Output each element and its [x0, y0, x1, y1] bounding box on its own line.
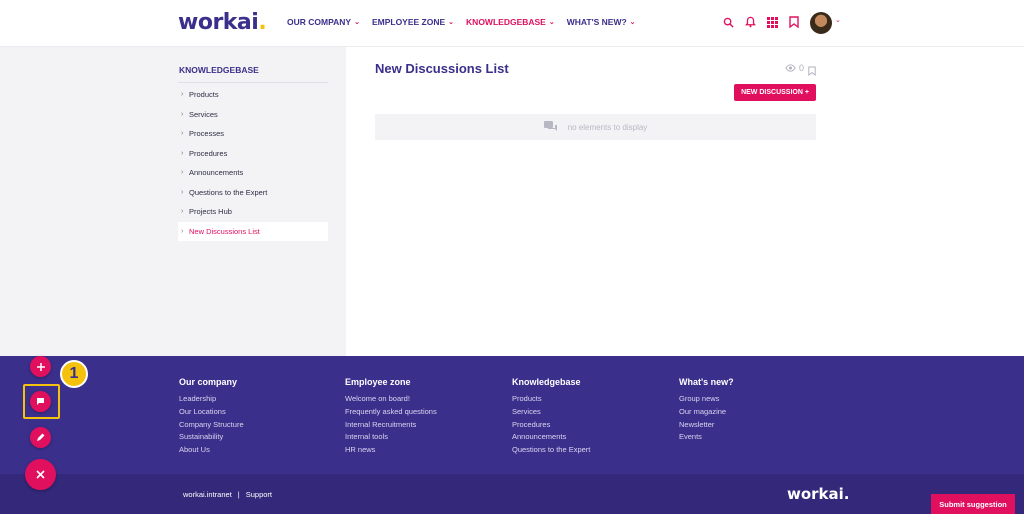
nav-our-company[interactable]: OUR COMPANY ⌄: [287, 17, 360, 27]
sidebar-item-questions-expert[interactable]: › Questions to the Expert: [178, 183, 328, 203]
apps-grid-icon[interactable]: [766, 16, 778, 28]
chevron-down-icon: ⌄: [354, 19, 360, 26]
footer-link[interactable]: Events: [679, 432, 734, 445]
footer-brand: workai.intranet | Support: [183, 490, 272, 499]
close-icon: [36, 470, 45, 479]
footer-link[interactable]: HR news: [345, 445, 437, 458]
main-nav: OUR COMPANY ⌄ EMPLOYEE ZONE ⌄ KNOWLEDGEBAS…: [287, 17, 636, 27]
chat-bubbles-icon: [543, 121, 557, 131]
eye-icon: [785, 64, 796, 72]
pencil-icon: [37, 433, 45, 441]
footer-link[interactable]: Leadership: [179, 394, 244, 407]
footer-col-knowledgebase: Knowledgebase Products Services Procedur…: [512, 377, 590, 458]
footer-logo: workai.: [787, 485, 850, 503]
footer-brand-link[interactable]: workai.intranet: [183, 490, 232, 499]
support-link[interactable]: Support: [246, 490, 272, 499]
chevron-down-icon[interactable]: ⌄: [835, 16, 841, 24]
sidebar-item-services[interactable]: › Services: [178, 105, 328, 125]
footer-heading: What's new?: [679, 377, 734, 387]
top-header: workai. OUR COMPANY ⌄ EMPLOYEE ZONE ⌄ KNOW…: [0, 0, 1024, 47]
bookmark-icon[interactable]: [808, 63, 816, 81]
chevron-right-icon: ›: [181, 169, 184, 177]
footer-link[interactable]: Internal Recruitments: [345, 420, 437, 433]
footer-link[interactable]: Products: [512, 394, 590, 407]
page-title: New Discussions List: [375, 61, 509, 76]
footer-link[interactable]: Our magazine: [679, 407, 734, 420]
footer-col-whats-new: What's new? Group news Our magazine News…: [679, 377, 734, 445]
close-fab-button[interactable]: [25, 459, 56, 490]
views-counter: 0: [785, 63, 804, 73]
footer-heading: Our company: [179, 377, 238, 387]
chevron-right-icon: ›: [181, 130, 184, 138]
chevron-right-icon: ›: [181, 110, 184, 118]
sidebar-item-procedures[interactable]: › Procedures: [178, 144, 328, 164]
nav-employee-zone[interactable]: EMPLOYEE ZONE ⌄: [372, 17, 454, 27]
chevron-right-icon: ›: [181, 227, 184, 235]
footer-link[interactable]: Services: [512, 407, 590, 420]
footer-col-employee-zone: Employee zone Welcome on board! Frequent…: [345, 377, 437, 458]
chat-icon: [37, 398, 44, 405]
nav-knowledgebase[interactable]: KNOWLEDGEBASE ⌄: [466, 17, 555, 27]
sidebar-item-new-discussions[interactable]: › New Discussions List: [178, 221, 328, 241]
footer-link[interactable]: Company Structure: [179, 420, 244, 433]
footer-link[interactable]: Announcements: [512, 432, 590, 445]
footer-link[interactable]: Frequently asked questions: [345, 407, 437, 420]
chevron-right-icon: ›: [181, 188, 184, 196]
separator: |: [237, 490, 240, 499]
plus-icon: [36, 362, 45, 371]
chevron-right-icon: ›: [181, 91, 184, 99]
footer-link[interactable]: Group news: [679, 394, 734, 407]
footer-link[interactable]: Welcome on board!: [345, 394, 437, 407]
footer-col-our-company: Our company Leadership Our Locations Com…: [179, 377, 244, 458]
bookmark-icon[interactable]: [788, 16, 800, 28]
footer-link[interactable]: About Us: [179, 445, 244, 458]
empty-state: no elements to display: [375, 114, 816, 140]
add-button[interactable]: [30, 356, 51, 377]
chevron-down-icon: ⌄: [448, 19, 455, 26]
footer-link[interactable]: Sustainability: [179, 432, 244, 445]
sidebar-item-announcements[interactable]: › Announcements: [178, 163, 328, 183]
footer-link[interactable]: Our Locations: [179, 407, 244, 420]
step-badge: 1: [60, 360, 88, 388]
footer-link[interactable]: Procedures: [512, 420, 590, 433]
footer-bottom-bar: [0, 474, 1024, 514]
header-icons: [722, 16, 800, 28]
footer-heading: Knowledgebase: [512, 377, 581, 387]
chevron-down-icon: ⌄: [629, 19, 636, 26]
footer-link[interactable]: Questions to the Expert: [512, 445, 590, 458]
sidebar-title: KNOWLEDGEBASE: [179, 65, 259, 75]
nav-whats-new[interactable]: WHAT'S NEW? ⌄: [567, 17, 636, 27]
sidebar-item-products[interactable]: › Products: [178, 85, 328, 105]
chat-button[interactable]: [30, 391, 51, 412]
footer-heading: Employee zone: [345, 377, 411, 387]
sidebar-item-projects-hub[interactable]: › Projects Hub: [178, 202, 328, 222]
submit-suggestion-button[interactable]: Submit suggestion: [931, 494, 1015, 514]
new-discussion-button[interactable]: NEW DISCUSSION +: [734, 84, 816, 101]
chevron-right-icon: ›: [181, 149, 184, 157]
sidebar-list: › Products › Services › Processes › Procedur…: [178, 85, 328, 241]
footer-link[interactable]: Internal tools: [345, 432, 437, 445]
search-icon[interactable]: [722, 16, 734, 28]
sidebar-item-processes[interactable]: › Processes: [178, 124, 328, 144]
workai-logo[interactable]: workai.: [178, 10, 267, 35]
chevron-down-icon: ⌄: [548, 19, 555, 26]
divider: [178, 82, 328, 83]
bell-icon[interactable]: [744, 16, 756, 28]
user-avatar[interactable]: [810, 12, 832, 34]
footer-link[interactable]: Newsletter: [679, 420, 734, 433]
edit-button[interactable]: [30, 427, 51, 448]
chevron-right-icon: ›: [181, 208, 184, 216]
